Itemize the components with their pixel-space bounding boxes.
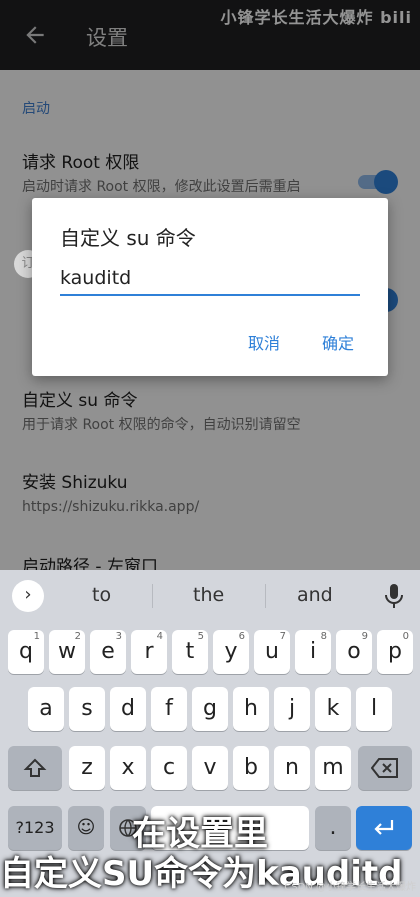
backspace-icon	[370, 758, 398, 778]
su-command-input[interactable]	[60, 262, 360, 296]
key-v[interactable]: v	[192, 746, 228, 790]
suggestion-3[interactable]: and	[297, 584, 333, 606]
key-k[interactable]: k	[315, 687, 351, 731]
key-r[interactable]: r4	[131, 630, 167, 674]
backspace-key[interactable]	[358, 746, 412, 790]
enter-icon	[374, 820, 394, 835]
credit-watermark: CSDN @小锋学长生活大爆炸	[284, 882, 416, 893]
key-e[interactable]: e3	[90, 630, 126, 674]
key-q[interactable]: q1	[8, 630, 44, 674]
key-f[interactable]: f	[151, 687, 187, 731]
key-u[interactable]: u7	[254, 630, 290, 674]
key-x[interactable]: x	[110, 746, 146, 790]
suggestion-bar: › to the and	[0, 570, 420, 622]
key-b[interactable]: b	[233, 746, 269, 790]
key-w[interactable]: w2	[49, 630, 85, 674]
key-m[interactable]: m	[315, 746, 351, 790]
key-t[interactable]: t5	[172, 630, 208, 674]
key-l[interactable]: l	[356, 687, 392, 731]
key-d[interactable]: d	[110, 687, 146, 731]
dialog-title: 自定义 su 命令	[60, 226, 196, 250]
shift-key[interactable]	[8, 746, 62, 790]
key-h[interactable]: h	[233, 687, 269, 731]
suggestion-2[interactable]: the	[193, 584, 224, 606]
ok-button[interactable]: 确定	[322, 330, 354, 354]
suggestion-1[interactable]: to	[92, 584, 111, 606]
key-a[interactable]: a	[28, 687, 64, 731]
expand-toolbar-icon[interactable]: ›	[12, 580, 44, 612]
key-p[interactable]: p0	[377, 630, 413, 674]
key-s[interactable]: s	[69, 687, 105, 731]
key-i[interactable]: i8	[295, 630, 331, 674]
emoji-key[interactable]: ☺	[68, 806, 104, 850]
key-y[interactable]: y6	[213, 630, 249, 674]
key-c[interactable]: c	[151, 746, 187, 790]
custom-su-dialog: 自定义 su 命令 取消 确定	[32, 198, 388, 376]
key-g[interactable]: g	[192, 687, 228, 731]
period-key[interactable]: .	[315, 806, 351, 850]
microphone-icon[interactable]	[382, 582, 406, 610]
enter-key[interactable]	[356, 806, 412, 850]
shift-icon	[23, 758, 47, 777]
cancel-button[interactable]: 取消	[248, 330, 280, 354]
key-o[interactable]: o9	[336, 630, 372, 674]
key-z[interactable]: z	[69, 746, 105, 790]
key-j[interactable]: j	[274, 687, 310, 731]
numbers-key[interactable]: ?123	[8, 806, 62, 850]
key-n[interactable]: n	[274, 746, 310, 790]
